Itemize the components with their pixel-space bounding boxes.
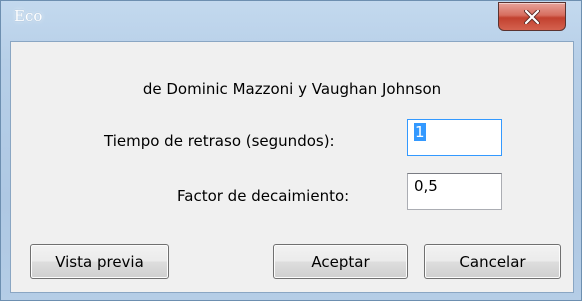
delay-input[interactable]: 1 [407, 119, 502, 156]
author-credit: de Dominic Mazzoni y Vaughan Johnson [142, 80, 442, 98]
dialog-client-area: de Dominic Mazzoni y Vaughan Johnson Tie… [10, 41, 574, 293]
close-button[interactable] [498, 2, 566, 31]
decay-label: Factor de decaimiento: [177, 187, 350, 205]
delay-value: 1 [414, 123, 426, 141]
decay-input[interactable]: 0,5 [407, 173, 502, 210]
window-title: Eco [14, 7, 43, 25]
ok-button[interactable]: Aceptar [273, 244, 408, 279]
dialog-window: Eco de Dominic Mazzoni y Vaughan Johnson… [0, 0, 582, 301]
preview-button[interactable]: Vista previa [30, 244, 169, 279]
cancel-button[interactable]: Cancelar [424, 244, 561, 279]
delay-label: Tiempo de retraso (segundos): [104, 132, 335, 150]
close-icon [524, 9, 540, 24]
decay-value: 0,5 [414, 177, 438, 195]
title-bar[interactable]: Eco [1, 1, 581, 41]
